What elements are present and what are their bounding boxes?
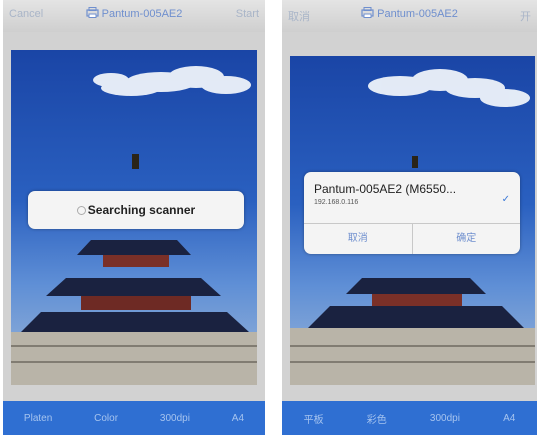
start-button[interactable]: 开 [520,8,531,24]
top-navigation-bar: 取消 Pantum-005AE2 开 [282,0,537,32]
printer-icon [361,7,374,21]
searching-scanner-dialog: Searching scanner [28,191,244,229]
device-title[interactable]: Pantum-005AE2 [282,7,537,21]
source-setting[interactable]: Platen [24,413,52,424]
scan-settings-bar: Platen Color 300dpi A4 [3,401,265,435]
device-title-label: Pantum-005AE2 [101,7,183,20]
paper-size-setting[interactable]: A4 [232,413,244,424]
select-scanner-dialog: Pantum-005AE2 (M6550... 192.168.0.116 ✓ … [304,172,520,254]
scanner-ip: 192.168.0.116 [314,199,359,206]
printer-icon [86,7,99,21]
dialog-confirm-button[interactable]: 确定 [411,224,521,254]
scanner-option[interactable]: Pantum-005AE2 (M6550... 192.168.0.116 ✓ [314,182,510,218]
spinner-icon [76,206,86,216]
left-phone-screen: Cancel Pantum-005AE2 Start Searching sca… [3,0,265,435]
checkmark-icon: ✓ [501,194,510,205]
start-button[interactable]: Start [236,8,259,20]
resolution-setting[interactable]: 300dpi [430,413,460,424]
right-phone-screen: 取消 Pantum-005AE2 开 Pantum-005AE2 (M6550.… [282,0,537,435]
top-navigation-bar: Cancel Pantum-005AE2 Start [3,0,265,32]
paper-size-setting[interactable]: A4 [503,413,515,424]
resolution-setting[interactable]: 300dpi [160,413,190,424]
scanner-name: Pantum-005AE2 (M6550... [314,182,457,196]
device-title[interactable]: Pantum-005AE2 [3,7,265,21]
dialog-cancel-button[interactable]: 取消 [304,224,412,254]
source-setting[interactable]: 平板 [304,411,324,426]
color-setting[interactable]: 彩色 [367,411,387,426]
searching-text: Searching scanner [87,203,196,217]
device-title-label: Pantum-005AE2 [377,7,458,20]
scan-settings-bar: 平板 彩色 300dpi A4 [282,401,537,435]
color-setting[interactable]: Color [94,413,118,424]
